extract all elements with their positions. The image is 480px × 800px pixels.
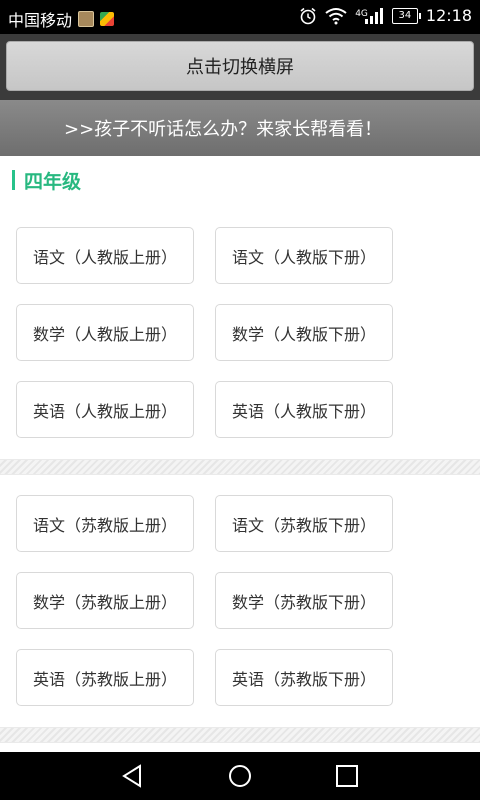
wifi-icon bbox=[325, 7, 347, 24]
banner-text: >>孩子不听话怎么办？来家长帮看看！ bbox=[64, 119, 383, 140]
status-bar: 中国移动 4G 34 12:18 bbox=[0, 0, 480, 34]
grade-header: 四年级 bbox=[12, 168, 82, 193]
alarm-icon bbox=[300, 7, 316, 24]
book-button-english-sujiao-vol1[interactable]: 英语（苏教版上册） bbox=[16, 649, 194, 706]
book-button-chinese-pep-vol2[interactable]: 语文（人教版下册） bbox=[215, 227, 393, 284]
book-button-math-sujiao-vol1[interactable]: 数学（苏教版上册） bbox=[16, 572, 194, 629]
system-nav-bar bbox=[0, 752, 480, 800]
book-button-english-pep-vol2[interactable]: 英语（人教版下册） bbox=[215, 381, 393, 438]
grade-title: 四年级 bbox=[24, 170, 82, 193]
book-button-chinese-pep-vol1[interactable]: 语文（人教版上册） bbox=[16, 227, 194, 284]
battery-level: 34 bbox=[398, 9, 412, 21]
book-button-math-sujiao-vol2[interactable]: 数学（苏教版下册） bbox=[215, 572, 393, 629]
book-button-math-pep-vol1[interactable]: 数学（人教版上册） bbox=[16, 304, 194, 361]
section-divider bbox=[0, 459, 480, 475]
book-button-chinese-sujiao-vol1[interactable]: 语文（苏教版上册） bbox=[16, 495, 194, 552]
back-triangle-icon[interactable] bbox=[120, 764, 144, 788]
book-button-math-pep-vol2[interactable]: 数学（人教版下册） bbox=[215, 304, 393, 361]
carrier-name: 中国移动 bbox=[8, 11, 73, 30]
book-button-chinese-sujiao-vol2[interactable]: 语文（苏教版下册） bbox=[215, 495, 393, 552]
notification-app-icon bbox=[78, 11, 95, 27]
toolbar: 点击切换横屏 bbox=[0, 34, 480, 100]
clock: 12:18 bbox=[425, 6, 472, 25]
grade-accent-bar bbox=[12, 170, 15, 190]
recents-square-icon[interactable] bbox=[335, 764, 359, 788]
parent-help-banner[interactable]: >>孩子不听话怎么办？来家长帮看看！ bbox=[0, 100, 480, 156]
switch-landscape-button[interactable]: 点击切换横屏 bbox=[6, 41, 474, 91]
book-button-english-sujiao-vol2[interactable]: 英语（苏教版下册） bbox=[215, 649, 393, 706]
play-store-icon bbox=[100, 12, 115, 26]
home-circle-icon[interactable] bbox=[228, 764, 252, 788]
book-button-english-pep-vol1[interactable]: 英语（人教版上册） bbox=[16, 381, 194, 438]
network-type: 4G bbox=[355, 8, 368, 19]
section-divider bbox=[0, 727, 480, 743]
battery-icon: 34 bbox=[391, 7, 421, 24]
